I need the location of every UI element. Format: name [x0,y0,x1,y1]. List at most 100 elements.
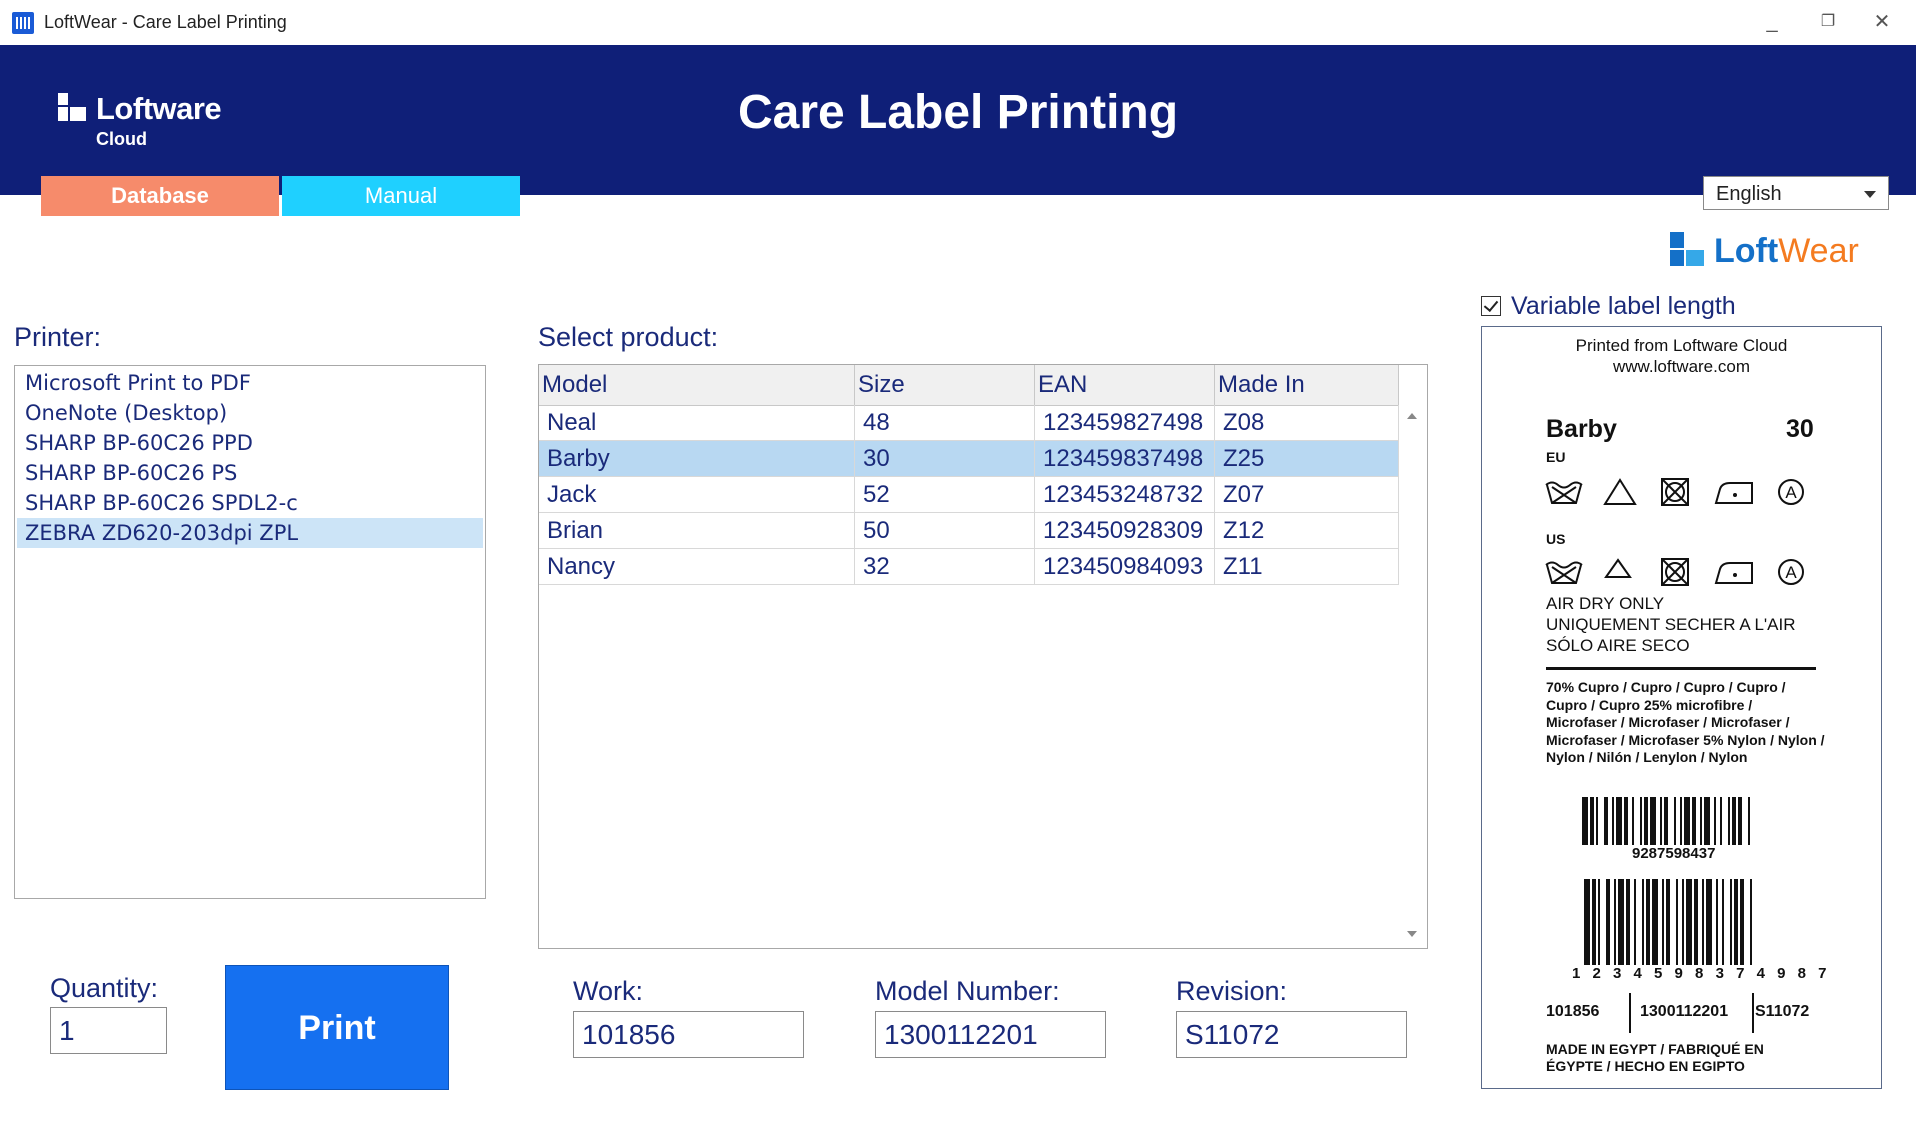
cell-made-in: Z25 [1215,441,1399,477]
printer-item[interactable]: SHARP BP-60C26 PS [17,458,483,488]
restore-button[interactable]: ❐ [1808,6,1848,38]
barcode-bar [1738,797,1742,845]
barcode-bar [1734,879,1738,965]
printer-item[interactable]: OneNote (Desktop) [17,398,483,428]
barcode-bar [1740,879,1744,965]
table-row[interactable]: Brian 50 123450928309 Z12 [539,513,1399,549]
cell-size: 50 [855,513,1035,549]
barcode-bar [1646,879,1650,965]
quantity-input[interactable] [50,1007,167,1054]
loftwear-logo-icon [1670,232,1704,266]
preview-revision: S11072 [1755,1003,1810,1020]
printer-item[interactable]: SHARP BP-60C26 SPDL2-c [17,488,483,518]
cell-made-in: Z12 [1215,513,1399,549]
quantity-label: Quantity: [50,973,159,1003]
preview-url: www.loftware.com [1613,357,1750,376]
barcode-bar [1692,797,1696,845]
model-number-input[interactable] [875,1011,1106,1058]
barcode-bar [1730,879,1732,965]
minimize-button[interactable]: _ [1752,6,1792,38]
revision-label: Revision: [1176,976,1288,1006]
work-input[interactable] [573,1011,804,1058]
cell-size: 32 [855,549,1035,585]
barcode-bar [1612,797,1614,845]
barcode-bar [1644,797,1648,845]
preview-region-us: US [1546,531,1566,547]
barcode-bar [1632,797,1634,845]
barcode-bar [1616,797,1622,845]
barcode-bar [1750,879,1752,965]
tab-manual[interactable]: Manual [282,176,520,216]
window-titlebar: LoftWear - Care Label Printing _ ❐ ✕ [0,0,1916,46]
product-grid[interactable]: Model Size EAN Made In Neal 48 123459827… [538,364,1428,949]
column-header-ean[interactable]: EAN [1035,365,1215,405]
variable-length-label: Variable label length [1511,292,1736,320]
preview-divider [1546,667,1816,670]
barcode-bar [1674,797,1676,845]
barcode-bar [1592,879,1596,965]
preview-care-text: AIR DRY ONLY UNIQUEMENT SECHER A L'AIR S… [1546,594,1796,655]
preview-region-eu: EU [1546,449,1566,465]
column-header-model[interactable]: Model [539,365,855,405]
table-row-selected[interactable]: Barby 30 123459837498 Z25 [539,441,1399,477]
barcode-bar [1728,797,1730,845]
barcode-bar [1662,879,1664,965]
bleach-icon [1603,478,1637,505]
barcode-bar [1624,797,1628,845]
barcode-app-icon [12,12,34,34]
bleach-icon [1604,558,1632,578]
cell-size: 30 [855,441,1035,477]
scroll-up-arrow-icon[interactable] [1407,413,1417,419]
barcode-bar [1720,797,1722,845]
barcode-bar [1596,797,1598,845]
barcode-bar [1660,797,1662,845]
preview-size: 30 [1786,415,1814,443]
column-header-size[interactable]: Size [855,365,1035,405]
barcode-bar [1686,879,1692,965]
cell-made-in: Z07 [1215,477,1399,513]
barcode-2-number: 1 2 3 4 5 9 8 3 7 4 9 8 7 [1572,965,1831,982]
language-value: English [1716,183,1782,205]
select-product-label: Select product: [538,322,719,352]
printer-list[interactable]: Microsoft Print to PDF OneNote (Desktop)… [14,365,486,899]
page-title: Care Label Printing [737,86,1179,139]
work-label: Work: [573,976,644,1006]
close-button[interactable]: ✕ [1862,6,1902,38]
barcode-bar [1626,879,1630,965]
tumble-dry-icon [1661,478,1689,506]
preview-composition: 70% Cupro / Cupro / Cupro / Cupro / Cupr… [1546,679,1825,765]
barcode-bar [1714,797,1716,845]
table-row[interactable]: Nancy 32 123450984093 Z11 [539,549,1399,585]
preview-made-in: MADE IN EGYPT / FABRIQUÉ EN ÉGYPTE / HEC… [1546,1041,1764,1074]
preview-work: 101856 [1546,1003,1600,1020]
cell-ean: 123453248732 [1035,477,1215,513]
cell-made-in: Z11 [1215,549,1399,585]
barcode-bar [1748,797,1750,845]
barcode-bar [1702,879,1704,965]
barcode-bar [1732,797,1736,845]
tab-database[interactable]: Database [41,176,279,216]
scroll-down-arrow-icon[interactable] [1407,931,1417,937]
table-row[interactable]: Neal 48 123459827498 Z08 [539,405,1399,441]
language-select[interactable]: English [1703,176,1889,210]
cell-ean: 123459827498 [1035,405,1215,441]
print-button[interactable]: Print [225,965,449,1090]
variable-length-checkbox[interactable] [1481,296,1501,316]
barcode-bar [1604,797,1608,845]
care-icons-us: A [1544,557,1824,589]
table-row[interactable]: Jack 52 123453248732 Z07 [539,477,1399,513]
barcode-bar [1584,879,1590,965]
column-header-made-in[interactable]: Made In [1215,365,1399,405]
revision-input[interactable] [1176,1011,1407,1058]
printer-item[interactable]: SHARP BP-60C26 PPD [17,428,483,458]
barcode-bar [1650,797,1656,845]
printer-item[interactable]: Microsoft Print to PDF [17,368,483,398]
preview-model: Barby [1546,415,1617,443]
cell-model: Jack [539,477,855,513]
barcode-bar [1664,797,1668,845]
cell-ean: 123459837498 [1035,441,1215,477]
model-number-label: Model Number: [875,976,1060,1006]
printer-item-selected[interactable]: ZEBRA ZD620-203dpi ZPL [17,518,483,548]
barcode-bar [1694,879,1698,965]
cell-model: Neal [539,405,855,441]
